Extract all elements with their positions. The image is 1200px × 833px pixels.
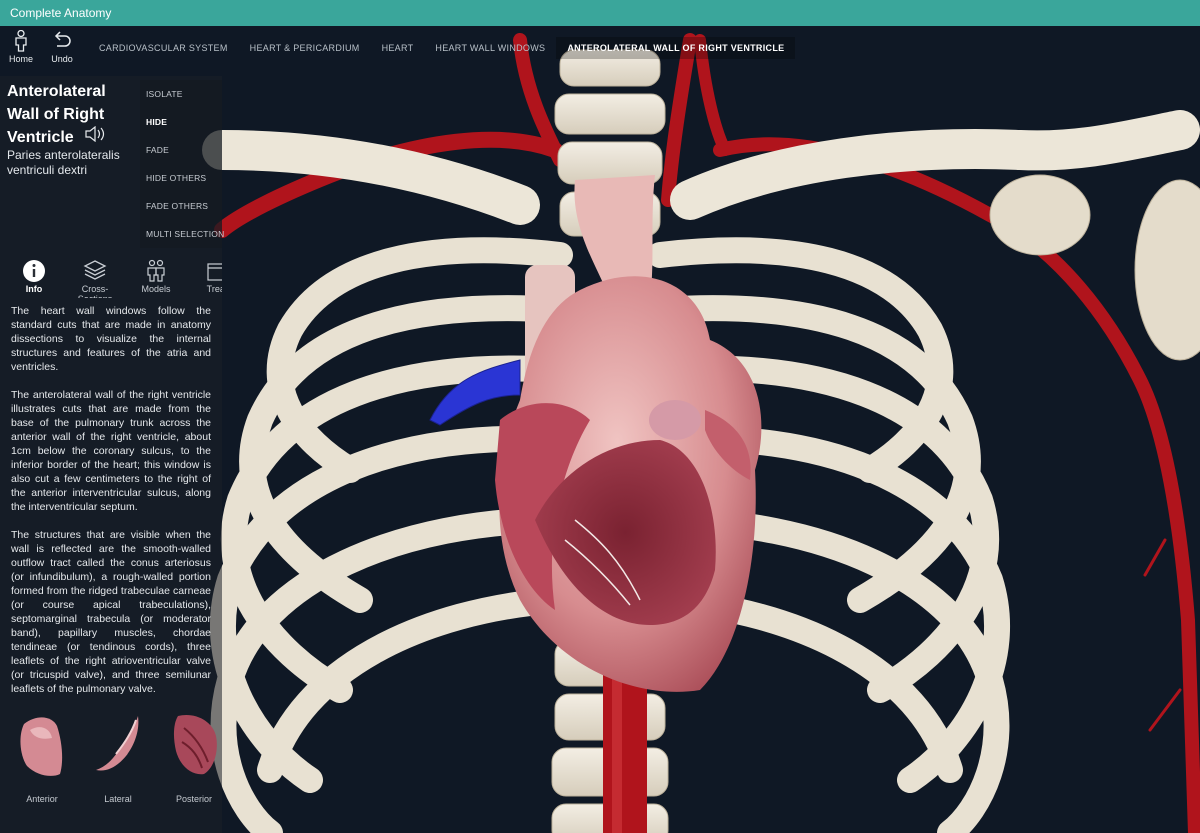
tab-info[interactable]: Info: [4, 258, 64, 294]
view-posterior-label: Posterior: [175, 794, 212, 804]
app-title: Complete Anatomy: [10, 6, 112, 20]
multi-selection-button[interactable]: MULTI SELECTION: [140, 220, 224, 248]
latin-name: Paries anterolateralis ventriculi dextri: [7, 148, 120, 177]
breadcrumb-item[interactable]: HEART WALL WINDOWS: [424, 43, 556, 53]
description-paragraph: The anterolateral wall of the right vent…: [11, 389, 211, 513]
info-icon: [4, 258, 64, 284]
layers-icon: [65, 258, 125, 284]
breadcrumb-item-current[interactable]: ANTEROLATERAL WALL OF RIGHT VENTRICLE: [556, 37, 796, 59]
breadcrumb: CARDIOVASCULAR SYSTEM HEART & PERICARDIU…: [88, 26, 796, 70]
home-button[interactable]: Home: [3, 29, 39, 66]
tab-treatments[interactable]: Treat: [187, 258, 222, 294]
description-paragraph: The heart wall windows follow the standa…: [11, 305, 211, 373]
clapper-icon: [187, 258, 222, 284]
view-lateral[interactable]: Lateral: [83, 706, 153, 804]
tab-treatments-label: Treat: [206, 284, 222, 294]
fade-others-button[interactable]: FADE OTHERS: [140, 192, 222, 220]
tab-cross-sections-label: Cross-Sections: [78, 284, 113, 298]
description-paragraph: The structures that are visible when the…: [11, 529, 211, 695]
view-lateral-label: Lateral: [104, 794, 132, 804]
breadcrumb-item[interactable]: HEART & PERICARDIUM: [239, 43, 371, 53]
anterior-thumbnail: [7, 706, 77, 786]
hide-button[interactable]: HIDE: [140, 108, 222, 136]
window-titlebar: Complete Anatomy: [0, 0, 1200, 26]
tab-cross-sections[interactable]: Cross-Sections: [65, 258, 125, 298]
lateral-thumbnail: [83, 706, 153, 786]
tab-models-label: Models: [141, 284, 171, 294]
speaker-icon[interactable]: [84, 126, 108, 149]
view-anterior[interactable]: Anterior: [7, 706, 77, 804]
undo-label: Undo: [51, 54, 73, 64]
view-thumbnails: Anterior Lateral Posterior: [0, 706, 222, 821]
breadcrumb-item[interactable]: HEART: [371, 43, 425, 53]
hide-others-button[interactable]: HIDE OTHERS: [140, 164, 222, 192]
tab-models[interactable]: Models: [126, 258, 186, 294]
shoulder-bones: [989, 174, 1200, 361]
top-toolbar: Home Undo CARDIOVASCULAR SYSTEM HEART & …: [0, 26, 796, 70]
info-panel: Anterolateral Wall of Right Ventricle Pa…: [0, 76, 224, 833]
breadcrumb-item[interactable]: CARDIOVASCULAR SYSTEM: [88, 43, 239, 53]
structure-header: Anterolateral Wall of Right Ventricle Pa…: [0, 76, 140, 216]
undo-icon: [44, 30, 80, 54]
isolate-button[interactable]: ISOLATE: [140, 80, 222, 108]
description: The heart wall windows follow the standa…: [11, 304, 211, 710]
action-menu: ISOLATE HIDE FADE HIDE OTHERS FADE OTHER…: [140, 80, 224, 248]
home-label: Home: [8, 54, 33, 64]
view-anterior-label: Anterior: [26, 794, 58, 804]
view-posterior[interactable]: Posterior: [159, 706, 222, 804]
fade-button[interactable]: FADE: [140, 136, 222, 164]
structure-title: Anterolateral Wall of Right Ventricle: [7, 80, 139, 149]
panel-tabs: Info Cross-Sections Models Treat: [0, 258, 222, 298]
undo-button[interactable]: Undo: [44, 30, 80, 66]
tab-info-label: Info: [25, 284, 43, 294]
posterior-thumbnail: [159, 706, 222, 786]
person-icon: [3, 29, 39, 54]
people-icon: [126, 258, 186, 284]
